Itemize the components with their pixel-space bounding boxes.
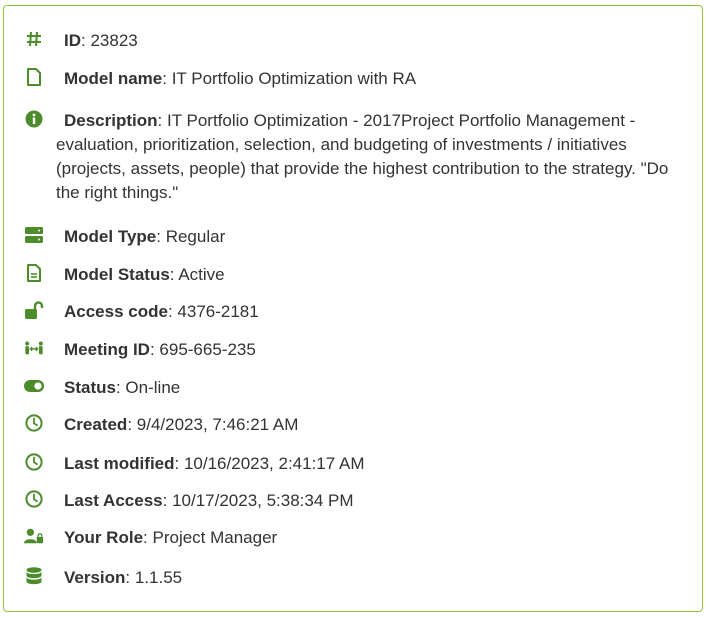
field-label: Version	[64, 568, 126, 587]
info-circle-icon	[24, 109, 44, 129]
field-label: Model name	[64, 69, 163, 88]
field-value: Active	[178, 265, 225, 284]
field-label: Model Type	[64, 227, 157, 246]
file-icon	[24, 67, 44, 87]
field-label: Access code	[64, 302, 168, 321]
field-value: 10/16/2023, 2:41:17 AM	[183, 454, 365, 473]
field-label: Last Access	[64, 491, 163, 510]
user-lock-icon	[24, 526, 44, 546]
toggle-on-icon	[24, 376, 44, 396]
unlock-icon	[24, 300, 44, 320]
clock-icon	[24, 489, 44, 509]
clock-icon	[24, 413, 44, 433]
field-value: 1.1.55	[134, 568, 183, 587]
field-value: 10/17/2023, 5:38:34 PM	[172, 491, 354, 510]
field-label: Last modified	[64, 454, 175, 473]
field-label: Created	[64, 415, 128, 434]
hash-icon	[24, 29, 44, 49]
file-text-icon	[24, 263, 44, 283]
people-arrows-icon	[24, 338, 44, 358]
field-value: 695-665-235	[159, 340, 256, 359]
field-value: On-line	[125, 378, 181, 397]
model-info-card: ID: 23823 Model name: IT Portfolio Optim…	[3, 5, 703, 612]
field-value: Project Manager	[152, 528, 278, 547]
field-label: Description	[64, 111, 158, 130]
field-label: Model Status	[64, 265, 170, 284]
field-value: 9/4/2023, 7:46:21 AM	[136, 415, 299, 434]
field-value: Regular	[165, 227, 226, 246]
field-label: Meeting ID	[64, 340, 150, 359]
field-value: 4376-2181	[177, 302, 259, 321]
field-value: IT Portfolio Optimization with RA	[171, 69, 417, 88]
field-value: 23823	[90, 31, 138, 50]
database-icon	[24, 566, 44, 586]
server-icon	[24, 225, 44, 245]
field-label: Status	[64, 378, 116, 397]
field-label: Your Role	[64, 528, 144, 547]
clock-icon	[24, 452, 44, 472]
field-label: ID	[64, 31, 81, 50]
